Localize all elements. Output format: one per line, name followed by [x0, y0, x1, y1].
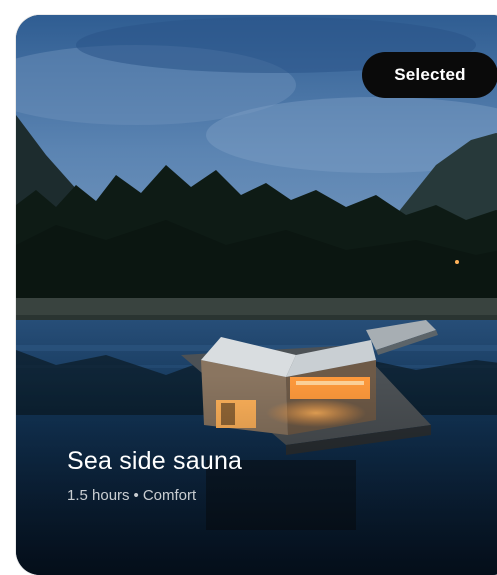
category-label: Comfort [142, 487, 197, 504]
meta-separator: • [133, 487, 139, 504]
experience-card[interactable]: Selected Sea side sauna 1.5 hours • Comfor… [16, 15, 497, 575]
card-title: Sea side sauna [67, 447, 243, 475]
card-meta: 1.5 hours • Comfort [67, 487, 196, 504]
duration-label: 1.5 hours [67, 487, 130, 504]
selected-badge[interactable]: Selected [362, 52, 497, 98]
